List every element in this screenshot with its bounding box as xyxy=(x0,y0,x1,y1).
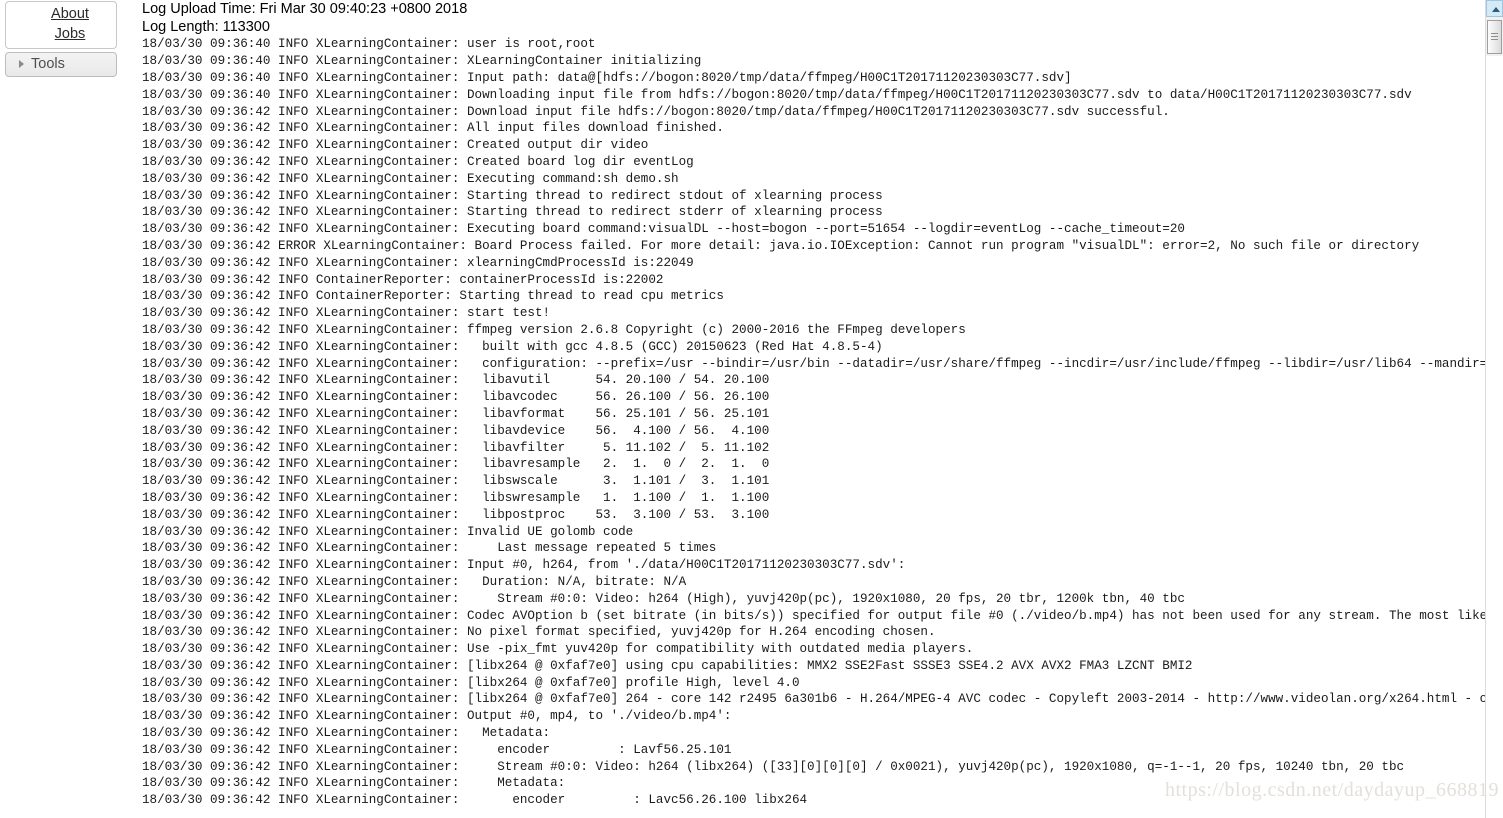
scroll-up-arrow-icon[interactable] xyxy=(1486,0,1503,17)
sidebar-tools-label: Tools xyxy=(31,56,65,72)
sidebar-link-jobs[interactable]: Jobs xyxy=(6,24,116,44)
log-panel: Log Upload Time: Fri Mar 30 09:40:23 +08… xyxy=(140,0,1503,818)
vertical-scrollbar[interactable] xyxy=(1485,0,1503,818)
triangle-right-icon xyxy=(19,60,24,68)
sidebar-nav-box: About Jobs xyxy=(5,1,117,49)
sidebar-tools-row[interactable]: Tools xyxy=(6,55,116,73)
log-viewer-page: About Jobs Tools Log Upload Time: Fri Ma… xyxy=(0,0,1503,818)
log-output: 18/03/30 09:36:40 INFO XLearningContaine… xyxy=(142,37,1503,808)
sidebar: About Jobs Tools xyxy=(0,0,128,818)
scrollbar-grip-line xyxy=(1491,39,1498,40)
sidebar-link-about[interactable]: About xyxy=(6,4,116,24)
log-upload-time: Log Upload Time: Fri Mar 30 09:40:23 +08… xyxy=(142,1,468,17)
vertical-scrollbar-track[interactable] xyxy=(1486,56,1503,818)
scrollbar-grip-line xyxy=(1491,33,1498,34)
scrollbar-grip-line xyxy=(1491,36,1498,37)
vertical-scrollbar-thumb[interactable] xyxy=(1487,20,1502,54)
log-length: Log Length: 113300 xyxy=(142,19,270,36)
sidebar-tools-section[interactable]: Tools xyxy=(5,52,117,77)
